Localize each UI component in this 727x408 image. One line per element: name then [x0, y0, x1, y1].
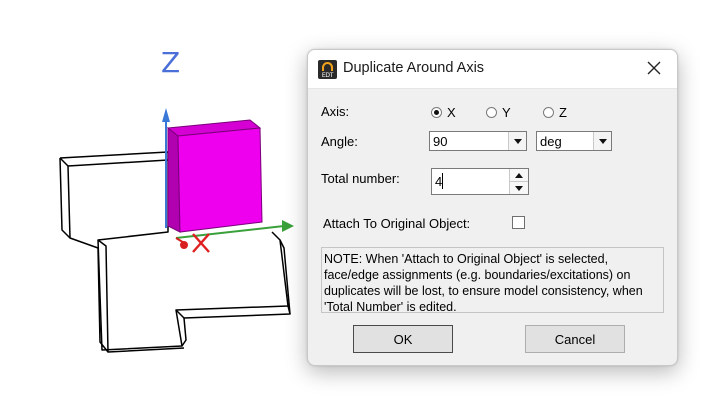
radio-z-indicator: [543, 106, 554, 118]
duplicate-around-axis-dialog: EDT Duplicate Around Axis Axis: X Y Z An…: [307, 49, 678, 366]
angle-label: Angle:: [321, 134, 358, 149]
cancel-button[interactable]: Cancel: [525, 325, 625, 353]
note-text: NOTE: When 'Attach to Original Object' i…: [321, 247, 664, 314]
radio-x-label: X: [447, 104, 456, 120]
total-number-spinbox[interactable]: 4: [431, 168, 529, 195]
spin-down-button[interactable]: [510, 182, 528, 194]
chevron-down-icon: [515, 185, 523, 191]
unit-dropdown-button[interactable]: [593, 132, 611, 150]
radio-z-label: Z: [559, 104, 567, 120]
radio-axis-z[interactable]: Z: [543, 104, 567, 120]
close-icon: [647, 61, 661, 75]
text-caret: [442, 173, 443, 189]
angle-dropdown-button[interactable]: [508, 132, 526, 150]
angle-value: 90: [433, 134, 448, 149]
chevron-down-icon: [598, 138, 607, 144]
chevron-up-icon: [515, 172, 523, 178]
magenta-box: [166, 119, 263, 233]
angle-unit-combobox[interactable]: deg: [536, 131, 612, 151]
radio-axis-y[interactable]: Y: [486, 104, 511, 120]
axis-label: Axis:: [321, 104, 350, 119]
radio-y-label: Y: [502, 104, 511, 120]
dialog-titlebar[interactable]: EDT Duplicate Around Axis: [308, 50, 677, 89]
radio-axis-x[interactable]: X: [431, 104, 456, 120]
attach-to-original-checkbox[interactable]: [512, 216, 525, 229]
total-number-label: Total number:: [321, 171, 400, 186]
ok-button[interactable]: OK: [353, 325, 453, 353]
angle-unit-value: deg: [540, 134, 562, 149]
spin-up-button[interactable]: [510, 169, 528, 182]
app-icon: EDT: [318, 60, 337, 79]
attach-label: Attach To Original Object:: [323, 216, 471, 231]
close-button[interactable]: [635, 52, 673, 84]
x-axis-label: [192, 233, 210, 253]
angle-value-combobox[interactable]: 90: [429, 131, 527, 151]
radio-x-indicator: [431, 106, 442, 118]
dialog-title: Duplicate Around Axis: [343, 60, 485, 76]
chevron-down-icon: [513, 138, 522, 144]
radio-y-indicator: [486, 106, 497, 118]
